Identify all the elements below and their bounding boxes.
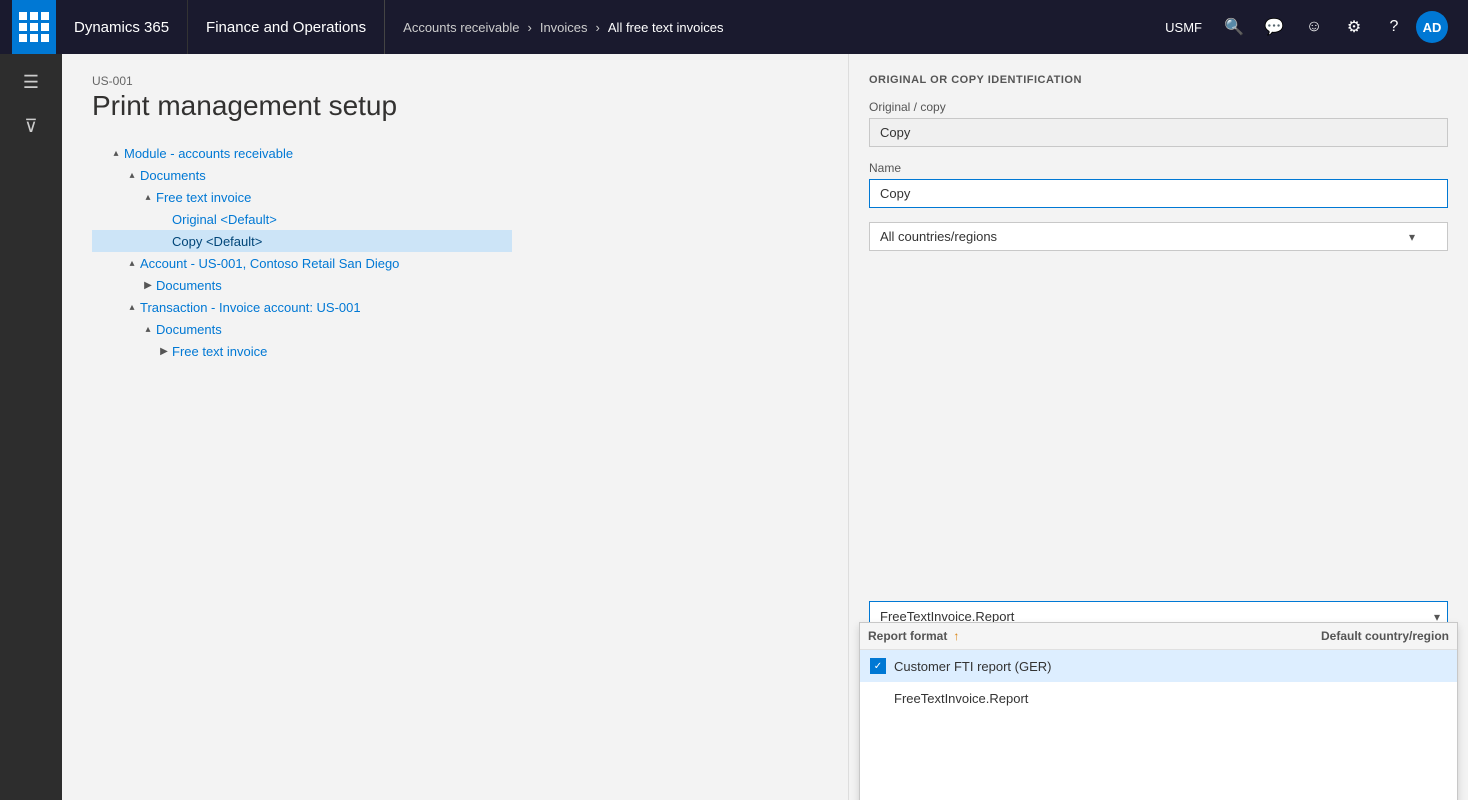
tree-label-fti: Free text invoice [156, 190, 251, 205]
report-format-section: All countries/regions ▾ Report format ↑ … [869, 222, 1448, 632]
breadcrumb-sep-1: › [528, 20, 532, 35]
tree-item-docs2[interactable]: ▶ Documents [92, 274, 512, 296]
page-subtitle: US-001 [92, 74, 818, 88]
chat-button[interactable]: 💬 [1256, 9, 1292, 45]
dropdown-item-ger-label: Customer FTI report (GER) [894, 659, 1051, 674]
search-button[interactable]: 🔍 [1216, 9, 1252, 45]
user-avatar[interactable]: AD [1416, 11, 1448, 43]
app-name: Finance and Operations [188, 0, 385, 54]
help-button[interactable]: ? [1376, 9, 1412, 45]
tree-toggle-docs2: ▶ [140, 277, 156, 293]
countries-dropdown[interactable]: All countries/regions ▾ [869, 222, 1448, 251]
name-label: Name [869, 161, 1448, 175]
dropdown-item-report-label: FreeTextInvoice.Report [894, 691, 1028, 706]
tree-label-copy: Copy <Default> [172, 234, 262, 249]
section-title: ORIGINAL OR COPY IDENTIFICATION [869, 74, 1448, 86]
page-title: Print management setup [92, 90, 818, 122]
tree-label-fti2: Free text invoice [172, 344, 267, 359]
tree-toggle-fti2: ▶ [156, 343, 172, 359]
dropdown-empty-space [860, 714, 1457, 800]
tree-item-account[interactable]: ▴ Account - US-001, Contoso Retail San D… [92, 252, 512, 274]
report-format-header-row: Report format ↑ Default country/region [860, 623, 1457, 650]
content-area: US-001 Print management setup ▴ Module -… [62, 54, 848, 800]
original-copy-label: Original / copy [869, 100, 1448, 114]
top-nav: Dynamics 365 Finance and Operations Acco… [0, 0, 1468, 54]
breadcrumb-current: All free text invoices [608, 20, 724, 35]
nav-right: USMF 🔍 💬 ☺ ⚙ ? AD [1155, 9, 1456, 45]
tree-label-account: Account - US-001, Contoso Retail San Die… [140, 256, 399, 271]
right-panel: ORIGINAL OR COPY IDENTIFICATION Original… [848, 54, 1468, 800]
checkbox-report-empty [870, 690, 886, 706]
name-group: Name [869, 161, 1448, 208]
tree-label-docs3: Documents [156, 322, 222, 337]
countries-dropdown-value: All countries/regions [880, 229, 997, 244]
tree-toggle-original [156, 211, 172, 227]
tree-label-original: Original <Default> [172, 212, 277, 227]
tree-toggle-transaction: ▴ [124, 299, 140, 315]
filter-icon[interactable]: ⊽ [11, 108, 51, 144]
tree-toggle-docs3: ▴ [140, 321, 156, 337]
env-label: USMF [1155, 20, 1212, 35]
original-copy-group: Original / copy [869, 100, 1448, 147]
original-copy-input[interactable] [869, 118, 1448, 147]
tree-toggle-account: ▴ [124, 255, 140, 271]
tree-toggle-copy [156, 233, 172, 249]
tree-label-docs2: Documents [156, 278, 222, 293]
tree-label-transaction: Transaction - Invoice account: US-001 [140, 300, 361, 315]
tree-item-fti2[interactable]: ▶ Free text invoice [92, 340, 512, 362]
tree-container: ▴ Module - accounts receivable ▴ Documen… [92, 142, 512, 362]
tree-toggle-fti: ▴ [140, 189, 156, 205]
countries-dropdown-arrow: ▾ [1409, 230, 1415, 244]
tree-toggle-module: ▴ [108, 145, 124, 161]
name-input[interactable] [869, 179, 1448, 208]
tree-item-transaction[interactable]: ▴ Transaction - Invoice account: US-001 [92, 296, 512, 318]
dropdown-item-ger[interactable]: ✓ Customer FTI report (GER) [860, 650, 1457, 682]
checkbox-ger[interactable]: ✓ [870, 658, 886, 674]
default-country-col-label: Default country/region [1321, 629, 1449, 643]
tree-item-docs3[interactable]: ▴ Documents [92, 318, 512, 340]
dropdown-item-report[interactable]: FreeTextInvoice.Report [860, 682, 1457, 714]
tree-label-docs1: Documents [140, 168, 206, 183]
hamburger-menu-icon[interactable]: ☰ [11, 64, 51, 100]
tree-item-module[interactable]: ▴ Module - accounts receivable [92, 142, 512, 164]
report-format-col-label: Report format [868, 629, 947, 643]
tree-toggle-docs1: ▴ [124, 167, 140, 183]
main-container: ☰ ⊽ US-001 Print management setup ▴ Modu… [0, 54, 1468, 800]
apps-grid-icon [19, 12, 49, 42]
breadcrumb-sep-2: › [596, 20, 600, 35]
breadcrumb-invoices[interactable]: Invoices [540, 20, 588, 35]
tree-item-fti[interactable]: ▴ Free text invoice [92, 186, 512, 208]
sort-arrow-icon: ↑ [953, 629, 959, 643]
tree-item-copy[interactable]: Copy <Default> [92, 230, 512, 252]
tree-item-original[interactable]: Original <Default> [92, 208, 512, 230]
breadcrumb-accounts[interactable]: Accounts receivable [403, 20, 519, 35]
tree-item-docs1[interactable]: ▴ Documents [92, 164, 512, 186]
left-sidebar: ☰ ⊽ [0, 54, 62, 800]
apps-button[interactable] [12, 0, 56, 54]
brand-section: Dynamics 365 [56, 0, 188, 54]
brand-text: Dynamics 365 [74, 19, 169, 36]
smiley-button[interactable]: ☺ [1296, 9, 1332, 45]
breadcrumb: Accounts receivable › Invoices › All fre… [385, 20, 1155, 35]
tree-label-module: Module - accounts receivable [124, 146, 293, 161]
dropdown-popup: Report format ↑ Default country/region ✓… [859, 622, 1458, 800]
settings-button[interactable]: ⚙ [1336, 9, 1372, 45]
